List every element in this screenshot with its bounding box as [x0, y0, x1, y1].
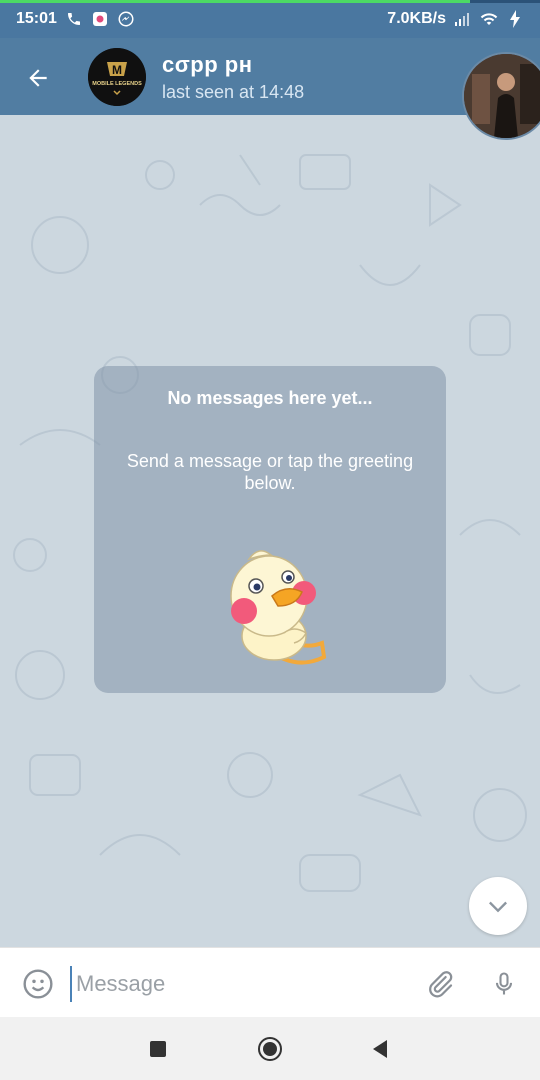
- status-right: 7.0KB/s: [387, 10, 524, 28]
- microphone-icon: [495, 972, 513, 995]
- recents-button[interactable]: [142, 1033, 174, 1065]
- download-progress-fill: [0, 0, 470, 3]
- back-triangle-icon: [373, 1040, 387, 1058]
- back-button[interactable]: [18, 58, 58, 98]
- last-seen-status: last seen at 14:48: [162, 82, 305, 102]
- attach-button[interactable]: [420, 964, 460, 1004]
- chat-title[interactable]: cσpp pн: [162, 52, 253, 78]
- home-circle-icon: [258, 1037, 282, 1061]
- recents-square-icon: [150, 1041, 166, 1057]
- wifi-icon: [480, 10, 498, 28]
- phone-icon: [65, 10, 83, 28]
- chevron-down-icon: [489, 901, 507, 913]
- scroll-to-bottom-button[interactable]: [469, 877, 527, 935]
- empty-chat-subtitle: Send a message or tap the greeting below…: [126, 451, 414, 493]
- empty-chat-card: No messages here yet... Send a message o…: [94, 366, 446, 693]
- charging-icon: [506, 10, 524, 28]
- download-progress-track: [0, 0, 540, 3]
- status-bar: 15:01 7.0KB/s: [0, 0, 540, 38]
- status-time: 15:01: [16, 10, 57, 27]
- home-button[interactable]: [254, 1033, 286, 1065]
- svg-text:M: M: [112, 63, 122, 77]
- chat-header: M MOBILE LEGENDS cσpp pн last seen at 14…: [0, 38, 540, 115]
- back-nav-button[interactable]: [364, 1033, 396, 1065]
- messenger-icon: [117, 10, 135, 28]
- emoji-button[interactable]: [18, 964, 58, 1004]
- signal-icon: [454, 10, 472, 28]
- back-arrow-icon: [29, 69, 47, 87]
- voice-record-button[interactable]: [484, 964, 524, 1004]
- avatar[interactable]: M MOBILE LEGENDS: [88, 48, 146, 106]
- net-speed: 7.0KB/s: [387, 10, 446, 27]
- duck-sticker[interactable]: [224, 541, 334, 671]
- status-left: 15:01: [16, 10, 135, 28]
- message-input[interactable]: [70, 966, 406, 1002]
- system-nav-bar: [0, 1017, 540, 1080]
- emoji-icon: [23, 969, 53, 999]
- avatar-logo-text: MOBILE LEGENDS: [92, 81, 142, 87]
- gallery-icon: [91, 10, 109, 28]
- chat-area: No messages here yet... Send a message o…: [0, 115, 540, 947]
- avatar-image: M MOBILE LEGENDS: [88, 48, 146, 106]
- empty-chat-title: No messages here yet...: [167, 388, 373, 408]
- message-composer: [0, 947, 540, 1018]
- paperclip-icon: [429, 971, 453, 998]
